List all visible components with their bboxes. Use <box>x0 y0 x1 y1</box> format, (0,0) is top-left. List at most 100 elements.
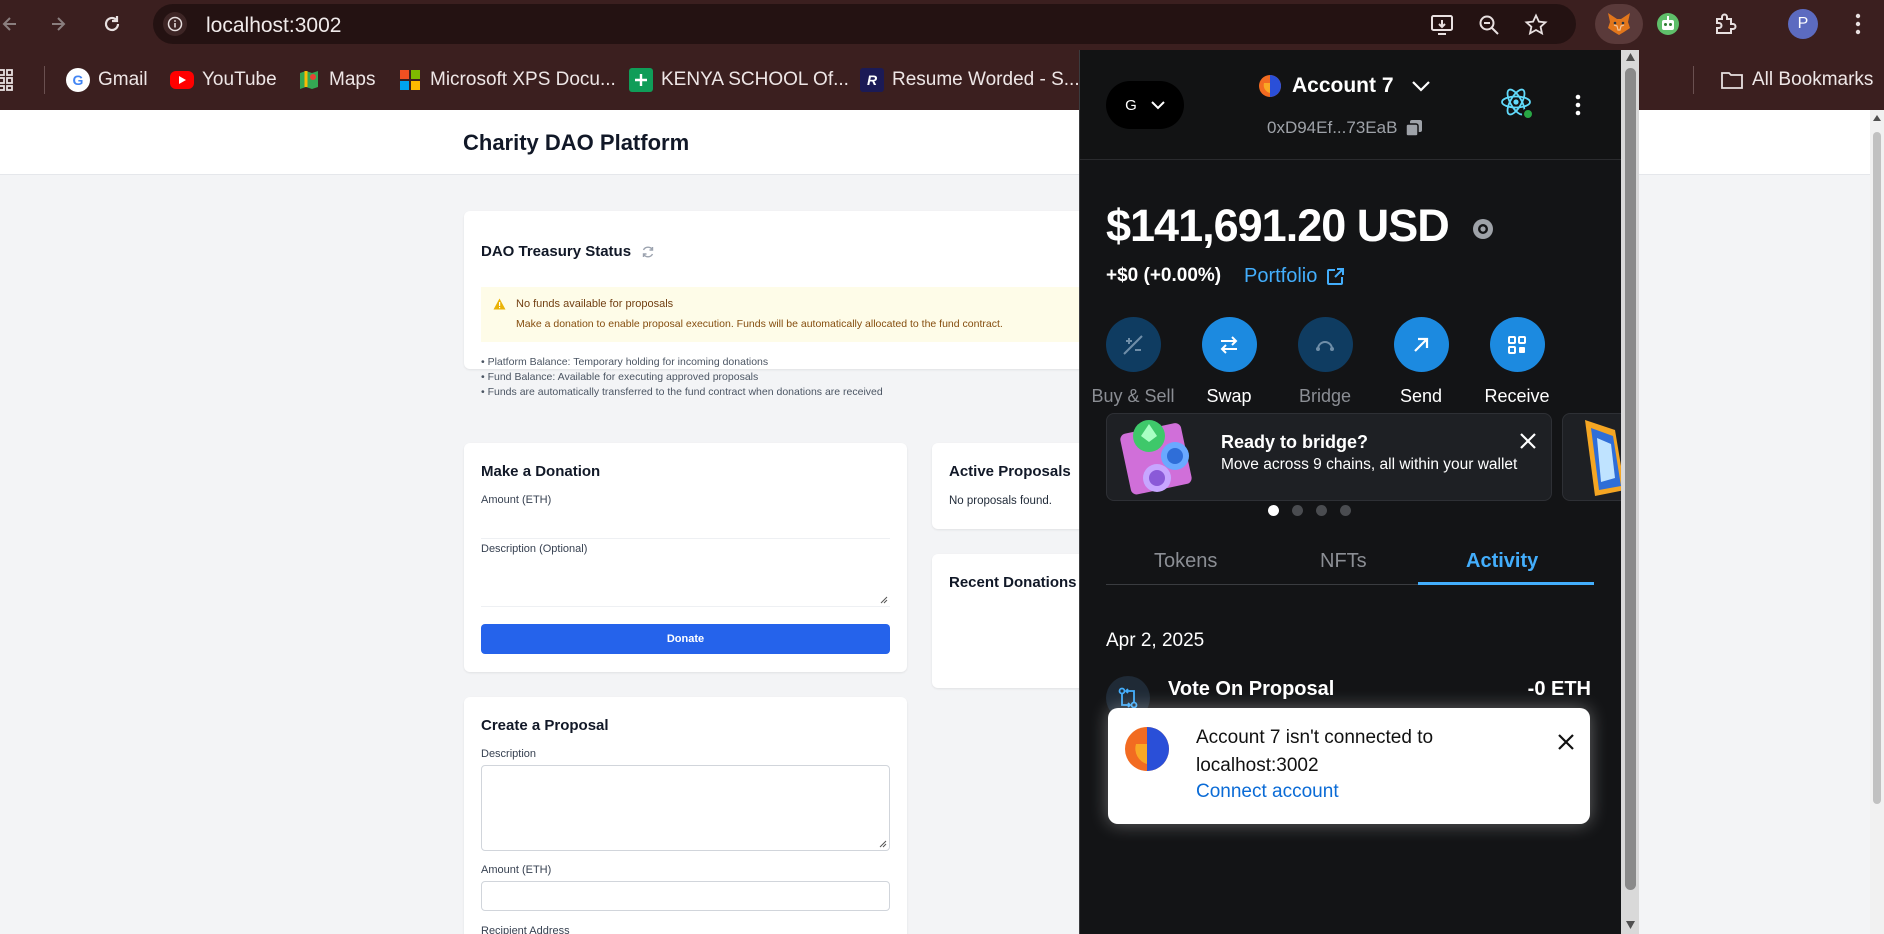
donation-amount-input[interactable] <box>481 509 890 539</box>
active-proposals-title: Active Proposals <box>949 463 1071 480</box>
carousel-dot-3[interactable] <box>1316 505 1327 516</box>
bookmark-microsoft-xps[interactable]: Microsoft XPS Docu... <box>398 68 616 92</box>
network-selector[interactable]: G <box>1106 81 1184 129</box>
buy-sell-button[interactable]: Buy & Sell <box>1083 317 1183 407</box>
copy-icon[interactable] <box>1405 119 1423 137</box>
account-name: Account 7 <box>1292 74 1394 97</box>
swap-button[interactable]: Swap <box>1179 317 1279 407</box>
bookmark-gmail[interactable]: G Gmail <box>66 68 148 92</box>
wallet-menu-icon[interactable] <box>1568 94 1588 116</box>
send-button[interactable]: Send <box>1371 317 1471 407</box>
connected-site-icon[interactable] <box>1498 84 1538 124</box>
page-title: Charity DAO Platform <box>463 130 690 155</box>
bridge-promo-illustration-icon <box>1120 420 1192 495</box>
treasury-note: • Platform Balance: Temporary holding fo… <box>481 356 769 368</box>
swap-label: Swap <box>1206 386 1252 406</box>
bookmark-star-icon[interactable] <box>1523 12 1549 38</box>
resize-handle-icon[interactable] <box>877 838 887 848</box>
url-text[interactable]: localhost:3002 <box>206 14 341 38</box>
eye-icon[interactable] <box>1470 218 1496 240</box>
sheets-icon <box>629 68 653 92</box>
activity-amount: -0 ETH <box>1527 678 1591 700</box>
browser-toolbar: localhost:3002 P <box>0 0 1884 48</box>
bookmark-label: KENYA SCHOOL Of... <box>661 69 849 90</box>
proposal-amount-label: Amount (ETH) <box>481 864 552 876</box>
tab-nfts[interactable]: NFTs <box>1320 550 1367 573</box>
all-bookmarks[interactable]: All Bookmarks <box>1720 68 1873 92</box>
close-icon[interactable] <box>1519 432 1537 450</box>
resize-handle-icon[interactable] <box>878 594 888 604</box>
portfolio-link[interactable]: Portfolio <box>1244 265 1345 288</box>
install-app-icon[interactable] <box>1429 12 1455 38</box>
bridge-promo-card[interactable]: Ready to bridge? Move across 9 chains, a… <box>1106 413 1552 501</box>
scroll-up-arrow-icon[interactable] <box>1872 114 1882 122</box>
donate-button[interactable]: Donate <box>481 624 890 654</box>
donation-amount-label: Amount (ETH) <box>481 494 552 506</box>
back-arrow-icon <box>2 17 16 31</box>
close-icon[interactable] <box>1556 732 1576 752</box>
bookmark-label: Gmail <box>98 69 148 90</box>
buy-sell-label: Buy & Sell <box>1091 386 1175 406</box>
external-link-icon <box>1327 267 1345 285</box>
network-initial: G <box>1125 96 1137 114</box>
bookmark-kenya-school[interactable]: KENYA SCHOOL Of... <box>629 68 849 92</box>
wallet-scroll-thumb[interactable] <box>1625 68 1636 890</box>
profile-initial: P <box>1788 9 1818 39</box>
forward-button[interactable] <box>44 10 72 38</box>
bookmark-label: YouTube <box>202 69 277 90</box>
zoom-icon[interactable] <box>1476 12 1502 38</box>
proposal-amount-input[interactable] <box>481 881 890 911</box>
youtube-icon <box>170 71 194 89</box>
tab-tokens[interactable]: Tokens <box>1154 550 1217 573</box>
metamask-extension-icon[interactable] <box>1595 4 1643 44</box>
carousel-dot-4[interactable] <box>1340 505 1351 516</box>
bookmark-maps[interactable]: Maps <box>297 68 375 92</box>
browser-menu-icon[interactable] <box>1838 4 1878 44</box>
carousel-dot-1[interactable] <box>1268 505 1279 516</box>
account-selector[interactable]: Account 7 <box>1258 74 1430 98</box>
google-icon: G <box>66 68 90 92</box>
activity-title[interactable]: Vote On Proposal <box>1168 678 1334 701</box>
maps-icon <box>297 68 321 92</box>
recipient-address-label: Recipient Address <box>481 925 570 934</box>
proposal-description-input[interactable] <box>481 765 890 851</box>
robot-extension-icon[interactable] <box>1648 4 1688 44</box>
wallet-scrollbar[interactable] <box>1621 50 1639 934</box>
treasury-title: DAO Treasury Status <box>481 243 632 260</box>
receive-icon <box>1489 317 1545 372</box>
donation-description-label: Description (Optional) <box>481 543 588 555</box>
page-scroll-thumb[interactable] <box>1873 132 1881 804</box>
donation-description-input[interactable] <box>481 559 890 607</box>
scroll-down-arrow-icon[interactable] <box>1625 920 1636 930</box>
carousel-dot-2[interactable] <box>1292 505 1303 516</box>
balance-value: $141,691.20 USD <box>1106 200 1450 251</box>
buy-sell-icon <box>1105 317 1161 372</box>
recent-donations-title: Recent Donations <box>949 574 1077 591</box>
folder-icon <box>1720 68 1744 92</box>
refresh-icon[interactable] <box>641 245 655 259</box>
address-bar[interactable]: localhost:3002 <box>153 4 1576 44</box>
site-info-icon[interactable] <box>163 12 187 36</box>
apps-grid-icon[interactable] <box>0 68 20 92</box>
no-funds-alert: No funds available for proposals Make a … <box>481 287 1101 342</box>
wallet-balance: $141,691.20 USD <box>1106 200 1496 252</box>
reload-button[interactable] <box>98 10 126 38</box>
bookmark-label: Resume Worded - S... <box>892 69 1080 90</box>
wallet-popup: G Account 7 0xD94Ef...73EaB $141,691.20 … <box>1079 50 1639 934</box>
account-address[interactable]: 0xD94Ef...73EaB <box>1267 118 1423 138</box>
tab-activity[interactable]: Activity <box>1466 550 1538 573</box>
profile-avatar[interactable]: P <box>1783 4 1823 44</box>
treasury-note: • Fund Balance: Available for executing … <box>481 371 759 383</box>
receive-button[interactable]: Receive <box>1467 317 1567 407</box>
extensions-puzzle-icon[interactable] <box>1705 4 1745 44</box>
bookmark-youtube[interactable]: YouTube <box>170 68 277 92</box>
connect-account-link[interactable]: Connect account <box>1196 781 1339 803</box>
page-scrollbar[interactable] <box>1870 110 1884 934</box>
bookmark-resume-worded[interactable]: R Resume Worded - S... <box>860 68 1080 92</box>
account-avatar-icon <box>1259 75 1281 97</box>
back-button[interactable] <box>0 10 24 38</box>
alert-text: Make a donation to enable proposal execu… <box>516 318 1003 330</box>
scroll-up-arrow-icon[interactable] <box>1625 52 1636 62</box>
bridge-promo-subtitle: Move across 9 chains, all within your wa… <box>1221 456 1518 473</box>
bridge-button[interactable]: Bridge <box>1275 317 1375 407</box>
